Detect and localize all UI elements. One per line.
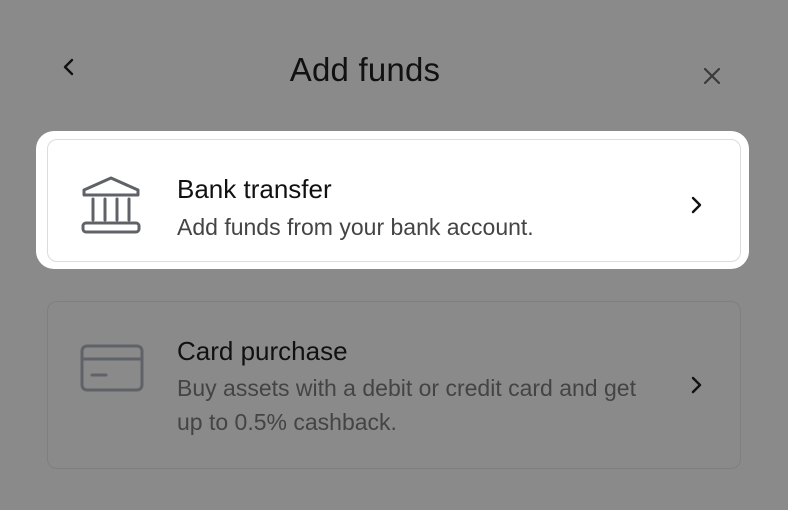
option-title: Card purchase bbox=[177, 336, 348, 366]
credit-card-icon bbox=[80, 344, 144, 392]
option-description: Add funds from your bank account. bbox=[177, 214, 534, 240]
option-title: Bank transfer bbox=[177, 174, 332, 204]
bank-icon bbox=[80, 176, 142, 234]
bank-transfer-card-border: Bank transfer Add funds from your bank a… bbox=[47, 139, 741, 262]
chevron-right-icon bbox=[684, 373, 708, 397]
modal-header: Add funds bbox=[0, 40, 788, 106]
card-purchase-option[interactable]: Card purchase Buy assets with a debit or… bbox=[47, 301, 741, 469]
add-funds-modal: Add funds Bank transfer Add funds from y… bbox=[0, 0, 788, 510]
close-button[interactable] bbox=[697, 61, 727, 91]
option-description: Buy assets with a debit or credit card a… bbox=[177, 375, 636, 435]
bank-transfer-option[interactable]: Bank transfer Add funds from your bank a… bbox=[36, 131, 749, 269]
chevron-right-icon bbox=[684, 193, 708, 217]
close-icon bbox=[703, 67, 721, 85]
modal-title: Add funds bbox=[289, 51, 441, 88]
